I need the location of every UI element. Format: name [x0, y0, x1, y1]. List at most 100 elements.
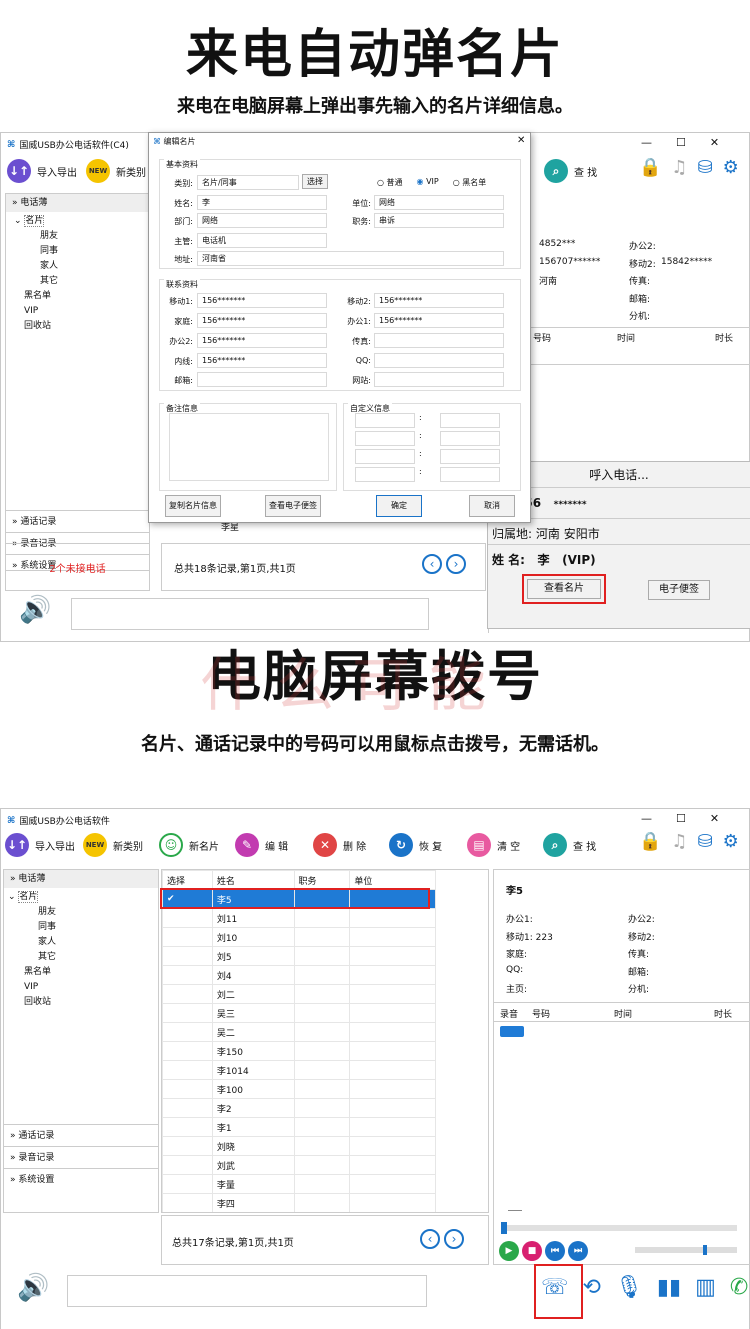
import-export-button[interactable]: ↓↑ 导入导出: [5, 833, 75, 857]
clear-button[interactable]: ▤ 清 空: [467, 833, 520, 857]
maximize-icon[interactable]: ☐: [676, 812, 686, 825]
tree-item-colleagues[interactable]: 同事: [8, 920, 158, 935]
table-row[interactable]: 刘10: [162, 927, 436, 947]
playback-track[interactable]: [501, 1222, 737, 1234]
tree-item-family[interactable]: 家人: [14, 259, 149, 274]
table-row[interactable]: 李四: [162, 1193, 436, 1212]
lock-icon[interactable]: 🔒: [639, 157, 661, 178]
dial-out-icon[interactable]: ☏: [541, 1275, 569, 1300]
table-row[interactable]: 李量: [162, 1174, 436, 1194]
table-row[interactable]: 刘晓: [162, 1136, 436, 1156]
custom-value-1[interactable]: [439, 413, 500, 428]
close-icon[interactable]: ✕: [710, 812, 719, 825]
row-checkbox[interactable]: [162, 1174, 213, 1194]
lock-icon[interactable]: 🔒: [639, 831, 661, 852]
view-card-button[interactable]: 查看名片: [527, 579, 601, 599]
table-row[interactable]: 李2: [162, 1098, 436, 1118]
table-row[interactable]: 吴二: [162, 1022, 436, 1042]
phonebook-header[interactable]: » 电话薄: [6, 194, 149, 212]
row-checkbox[interactable]: [162, 1041, 213, 1061]
section-settings[interactable]: » 系统设置: [4, 1168, 158, 1190]
custom-key-3[interactable]: [355, 449, 415, 464]
tree-item-vip[interactable]: VIP: [14, 304, 149, 319]
stop-icon[interactable]: ■: [522, 1241, 542, 1261]
database-icon[interactable]: ⛁: [698, 157, 713, 178]
web-field[interactable]: [374, 372, 504, 387]
custom-value-2[interactable]: [439, 431, 500, 446]
qq-field[interactable]: [374, 353, 504, 368]
custom-value-4[interactable]: [439, 467, 500, 482]
next-icon[interactable]: ⏭: [568, 1241, 588, 1261]
tree-item-family[interactable]: 家人: [8, 935, 158, 950]
detail-mobile1[interactable]: 移动1: 223: [506, 930, 553, 943]
tree-item-friends[interactable]: 朋友: [8, 905, 158, 920]
mobile1-value[interactable]: 156707******: [539, 257, 600, 267]
tree-item-vip[interactable]: VIP: [8, 980, 158, 995]
mobile2-value[interactable]: 15842*****: [661, 257, 712, 267]
ok-button[interactable]: 确定: [376, 495, 422, 517]
col-name[interactable]: 姓名: [211, 870, 295, 890]
radio-vip[interactable]: ◉ VIP: [417, 177, 439, 188]
tree-item-blacklist[interactable]: 黑名单: [8, 965, 158, 980]
dial-input[interactable]: [71, 598, 429, 630]
boss-field[interactable]: 电话机: [197, 233, 327, 248]
row-checkbox[interactable]: [162, 1060, 213, 1080]
office1-field[interactable]: 156*******: [374, 313, 504, 328]
tree-item-friends[interactable]: 朋友: [14, 229, 149, 244]
row-checkbox[interactable]: [162, 1003, 213, 1023]
tree-item-colleagues[interactable]: 同事: [14, 244, 149, 259]
maximize-icon[interactable]: ☐: [676, 136, 686, 149]
volume-slider[interactable]: [635, 1245, 737, 1255]
unit-field[interactable]: 网络: [374, 195, 504, 210]
section-recordings[interactable]: » 录音记录: [4, 1146, 158, 1168]
volume-thumb[interactable]: [703, 1245, 707, 1255]
dial-input[interactable]: [67, 1275, 427, 1307]
row-checkbox[interactable]: [162, 1098, 213, 1118]
play-icon[interactable]: ▶: [499, 1241, 519, 1261]
row-checkbox[interactable]: [162, 908, 213, 928]
row-checkbox[interactable]: [162, 1193, 213, 1212]
user-settings-icon[interactable]: ⚙: [723, 157, 739, 178]
edit-button[interactable]: ✎ 编 辑: [235, 833, 288, 857]
phonebook-header[interactable]: » 电话薄: [4, 870, 158, 888]
custom-key-2[interactable]: [355, 431, 415, 446]
table-row[interactable]: 李1014: [162, 1060, 436, 1080]
cancel-button[interactable]: 取消: [469, 495, 515, 517]
row-checkbox[interactable]: [162, 1117, 213, 1137]
e-note-button[interactable]: 电子便签: [648, 580, 710, 600]
table-row[interactable]: 刘二: [162, 984, 436, 1004]
email-field[interactable]: [197, 372, 327, 387]
table-row[interactable]: 李150: [162, 1041, 436, 1061]
col-unit[interactable]: 单位: [349, 870, 436, 890]
radio-blacklist[interactable]: ○ 黑名单: [453, 177, 487, 188]
tree-item-other[interactable]: 其它: [14, 274, 149, 289]
answer-icon[interactable]: ✆: [730, 1275, 748, 1300]
section-call-log[interactable]: » 通话记录: [6, 510, 149, 532]
row-checkbox[interactable]: [162, 946, 213, 966]
table-row[interactable]: 李1: [162, 1117, 436, 1137]
speaker-icon[interactable]: 🔊: [17, 1273, 49, 1303]
select-button[interactable]: 选择: [302, 174, 328, 189]
name-field[interactable]: 李: [197, 195, 327, 210]
col-select[interactable]: 选择: [162, 870, 213, 890]
row-checkbox[interactable]: [162, 984, 213, 1004]
radio-normal[interactable]: ○ 普通: [377, 177, 403, 188]
table-row[interactable]: 刘武: [162, 1155, 436, 1175]
fax-field[interactable]: [374, 333, 504, 348]
addr-field[interactable]: 河南省: [197, 251, 504, 266]
import-export-button[interactable]: ↓↑ 导入导出: [7, 159, 77, 183]
dialog-close-icon[interactable]: ✕: [517, 135, 525, 146]
prev-page-icon[interactable]: ‹: [422, 554, 442, 574]
next-page-icon[interactable]: ›: [446, 554, 466, 574]
custom-key-1[interactable]: [355, 413, 415, 428]
notes-textarea[interactable]: [169, 413, 329, 481]
tree-item-other[interactable]: 其它: [8, 950, 158, 965]
copy-card-button[interactable]: 复制名片信息: [165, 495, 221, 517]
mobile2-field[interactable]: 156*******: [374, 293, 504, 308]
tree-item-cards[interactable]: ⌄ 名片: [8, 890, 158, 905]
minimize-icon[interactable]: —: [641, 136, 652, 149]
delete-button[interactable]: ✕ 删 除: [313, 833, 366, 857]
row-checkbox[interactable]: [162, 927, 213, 947]
table-row[interactable]: 刘11: [162, 908, 436, 928]
search-button[interactable]: ⌕ 查 找: [544, 159, 597, 183]
